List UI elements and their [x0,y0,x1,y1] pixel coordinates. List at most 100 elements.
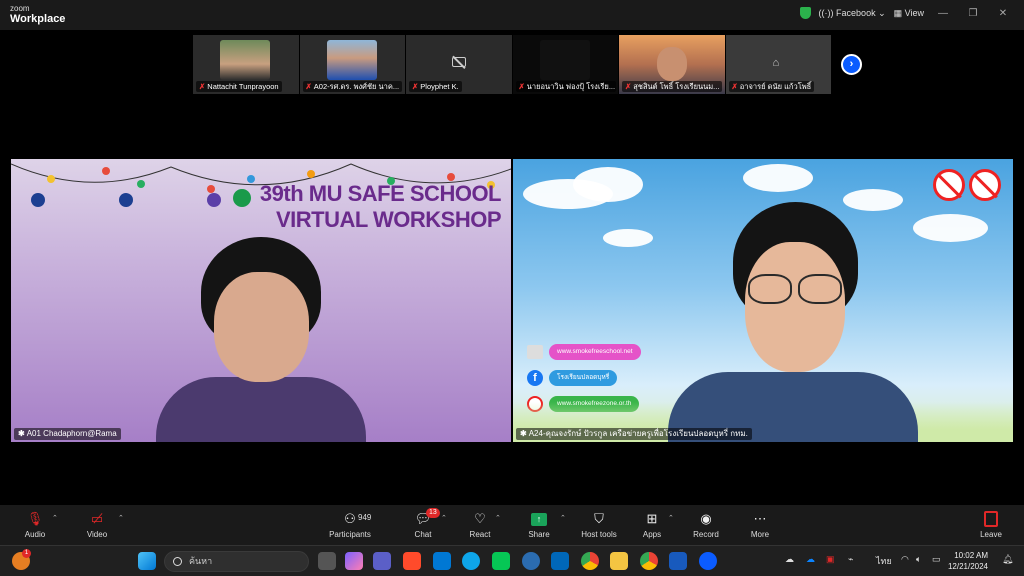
no-smoking-icon [933,169,965,201]
view-label: View [904,7,924,18]
onedrive-icon[interactable]: ☁ [806,554,815,565]
participant-thumb[interactable]: ✗ นายอนาวิน ฟองปุ้ โรงเรีย... [512,35,619,94]
record-button[interactable]: ◉ Record [676,510,736,539]
facebook-label: Facebook [836,7,876,18]
copilot-icon[interactable] [345,552,363,570]
share-options-caret[interactable]: ⌃ [560,514,566,522]
outlook-icon[interactable] [433,552,451,570]
participant-name: ✗ A02-รศ.ดร. พงศ์ชัย นาค... [302,81,403,92]
heart-icon: ♡ [474,511,486,526]
audio-options-caret[interactable]: ⌃ [52,514,58,522]
participant-name: ✗ นายอนาวิน ฟองปุ้ โรงเรีย... [515,81,616,92]
language-indicator[interactable]: ไทย [876,554,892,568]
taskbar-search[interactable]: ค้นหา [164,551,309,572]
mic-muted-icon: ✗ [305,82,312,91]
participant-thumb[interactable]: ✗ A02-รศ.ดร. พงศ์ชัย นาค... [299,35,406,94]
participant-name-text: Nattachit Tunprayoon [207,82,279,91]
title-bar-controls: ((·)) Facebook ⌄ ▦ View — ❐ ✕ [799,7,1014,19]
view-button[interactable]: ▦ View [894,8,924,19]
banner-title-line2: VIRTUAL WORKSHOP [275,207,502,232]
zoom-icon[interactable] [699,552,717,570]
video-tile-right[interactable]: www.smokefreeschool.net โรงเรียนปลอดบุหร… [513,159,1013,442]
close-icon[interactable]: ✕ [992,8,1014,19]
facebook-icon: f [527,370,543,386]
windows-taskbar: 1 ค้นหา ☁ ☁ ▣ ⌁ ไทย ◠ 🔈︎ ▭ 10:02 AM 12/2… [0,545,1024,576]
participant-name-text: นายอนาวิน ฟองปุ้ โรงเรีย... [526,82,616,91]
safe-school-logo [233,189,251,207]
shield-icon[interactable] [799,7,811,19]
more-button[interactable]: ⋯ More [730,510,790,539]
tray-app-icon[interactable]: ▣ [826,554,835,565]
speaker-video [668,202,918,442]
website-pill: โรงเรียนปลอดบุหรี่ [549,370,618,386]
cloud-icon[interactable]: ☁ [785,554,794,565]
participant-thumb[interactable]: ✗ Ployphet K. [406,35,513,94]
banner-title: 39th MU SAFE SCHOOL VIRTUAL WORKSHOP [251,181,502,233]
mic-icon: ✱ [18,429,25,438]
share-icon: ↑ [531,512,547,526]
speaker-face [214,272,309,382]
react-button[interactable]: ♡ React [450,510,510,539]
search-placeholder: ค้นหา [189,556,213,566]
cloud-decoration [573,167,643,202]
teams-icon[interactable] [373,552,391,570]
task-view-icon[interactable] [318,552,336,570]
participant-name: ✗ สุชสินต์ โพธิ์ โรงเรียนนม... [622,81,722,92]
app-icon[interactable] [403,552,421,570]
store-icon[interactable] [551,552,569,570]
cloud-decoration [913,214,988,242]
battery-icon[interactable]: ▭ [932,554,941,565]
participants-button[interactable]: ⚇ 949 Participants [320,510,380,539]
next-page-button[interactable]: › [841,54,862,75]
participant-thumb[interactable]: ✗ สุชสินต์ โพธิ์ โรงเรียนนม... [619,35,726,94]
bluetooth-icon[interactable]: ⌁ [848,554,853,565]
leave-button[interactable]: Leave [961,510,1021,539]
cloud-decoration [743,164,813,192]
chrome-icon[interactable] [581,552,599,570]
participant-thumb[interactable]: ⌂ ✗ อาจารย์ ดนัย แก้วโพธิ์ [725,35,832,94]
camera-off-icon [452,57,466,67]
line-icon[interactable] [492,552,510,570]
mic-muted-icon: ✗ [518,82,525,91]
app-icon[interactable] [522,552,540,570]
faculty-logo [119,193,133,207]
participant-strip: ✗ Nattachit Tunprayoon ✗ A02-รศ.ดร. พงศ์ชั… [193,35,832,94]
chat-options-caret[interactable]: ⌃ [441,514,447,522]
logo-small: zoom [10,4,30,13]
wifi-icon[interactable]: ◠ [901,554,909,565]
participant-name-text: อาจารย์ ดนัย แก้วโพธิ์ [739,82,812,91]
chrome-icon[interactable] [640,552,658,570]
shield-icon: ⛉ [594,511,604,526]
apps-options-caret[interactable]: ⌃ [668,514,674,522]
react-options-caret[interactable]: ⌃ [495,514,501,522]
video-feed [326,40,377,80]
organization-logos [31,189,251,207]
anniversary-logo [207,193,221,207]
edge-icon[interactable] [462,552,480,570]
taskbar-clock[interactable]: 10:02 AM 12/21/2024 [948,550,988,572]
video-feed [657,47,687,81]
computer-icon [527,345,543,359]
leave-icon-wrap [961,510,1021,528]
minimize-icon[interactable]: — [932,8,954,19]
glasses-lens [748,274,792,304]
participants-label: Participants [329,530,371,539]
participant-thumb[interactable]: ✗ Nattachit Tunprayoon [193,35,300,94]
file-explorer-icon[interactable] [610,552,628,570]
word-icon[interactable] [669,552,687,570]
start-icon[interactable] [138,552,156,570]
video-options-caret[interactable]: ⌃ [118,514,124,522]
logo-big: Workplace [10,13,66,25]
website-pill: www.smokefreeschool.net [549,344,641,360]
video-tile-left[interactable]: 39th MU SAFE SCHOOL VIRTUAL WORKSHOP ✱ A0… [11,159,511,442]
notification-badge: 1 [22,549,31,558]
restore-icon[interactable]: ❐ [962,8,984,19]
chat-badge: 13 [426,508,440,518]
share-label: Share [528,530,550,539]
participant-name-label: ✱ A01 Chadaphorn@Rama [14,428,121,440]
meeting-toolbar: 🎙︎ Audio ⌃ ▭̸ Video ⌃ ⚇ 949 Participants… [0,505,1024,545]
notifications-icon[interactable]: 🔔︎ [1002,554,1013,565]
volume-icon[interactable]: 🔈︎ [916,554,921,565]
host-tools-button[interactable]: ⛉ Host tools [569,510,629,539]
facebook-stream-indicator[interactable]: ((·)) Facebook ⌄ [819,8,886,19]
